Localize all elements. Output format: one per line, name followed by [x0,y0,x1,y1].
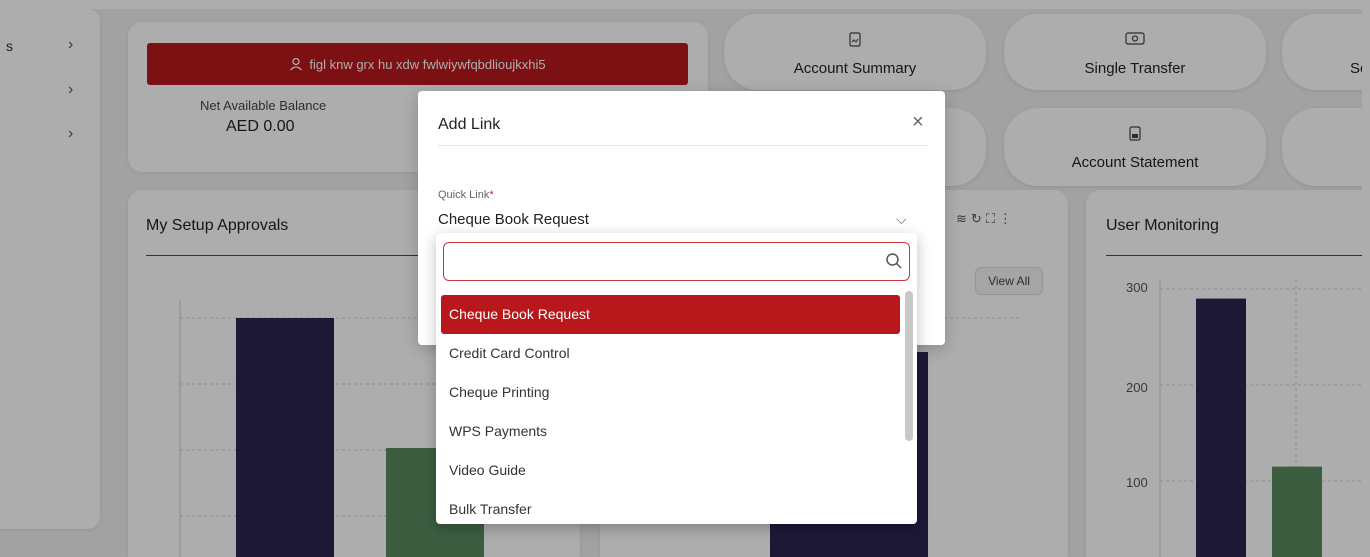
dropdown-option[interactable]: Credit Card Control [441,334,900,373]
required-mark: * [489,189,494,201]
chevron-down-icon[interactable]: ⌵ [896,211,907,228]
dropdown-scrollbar[interactable] [905,291,913,441]
dropdown-option[interactable]: Bulk Transfer [441,490,900,524]
dropdown-option[interactable]: Cheque Book Request [441,295,900,334]
quick-link-dropdown: Cheque Book Request Credit Card Control … [436,233,917,524]
search-input[interactable] [452,251,872,273]
modal-title: Add Link [438,116,501,133]
close-icon[interactable]: × [912,111,924,134]
dropdown-option[interactable]: Video Guide [441,451,900,490]
dropdown-search[interactable] [443,242,910,281]
modal-divider [438,145,928,146]
quick-link-select[interactable]: Cheque Book Request [438,211,589,228]
quick-link-label: Quick Link* [438,189,494,201]
search-icon [886,253,902,269]
dropdown-option[interactable]: Cheque Printing [441,373,900,412]
dropdown-option[interactable]: WPS Payments [441,412,900,451]
quick-link-label-text: Quick Link [438,189,490,201]
